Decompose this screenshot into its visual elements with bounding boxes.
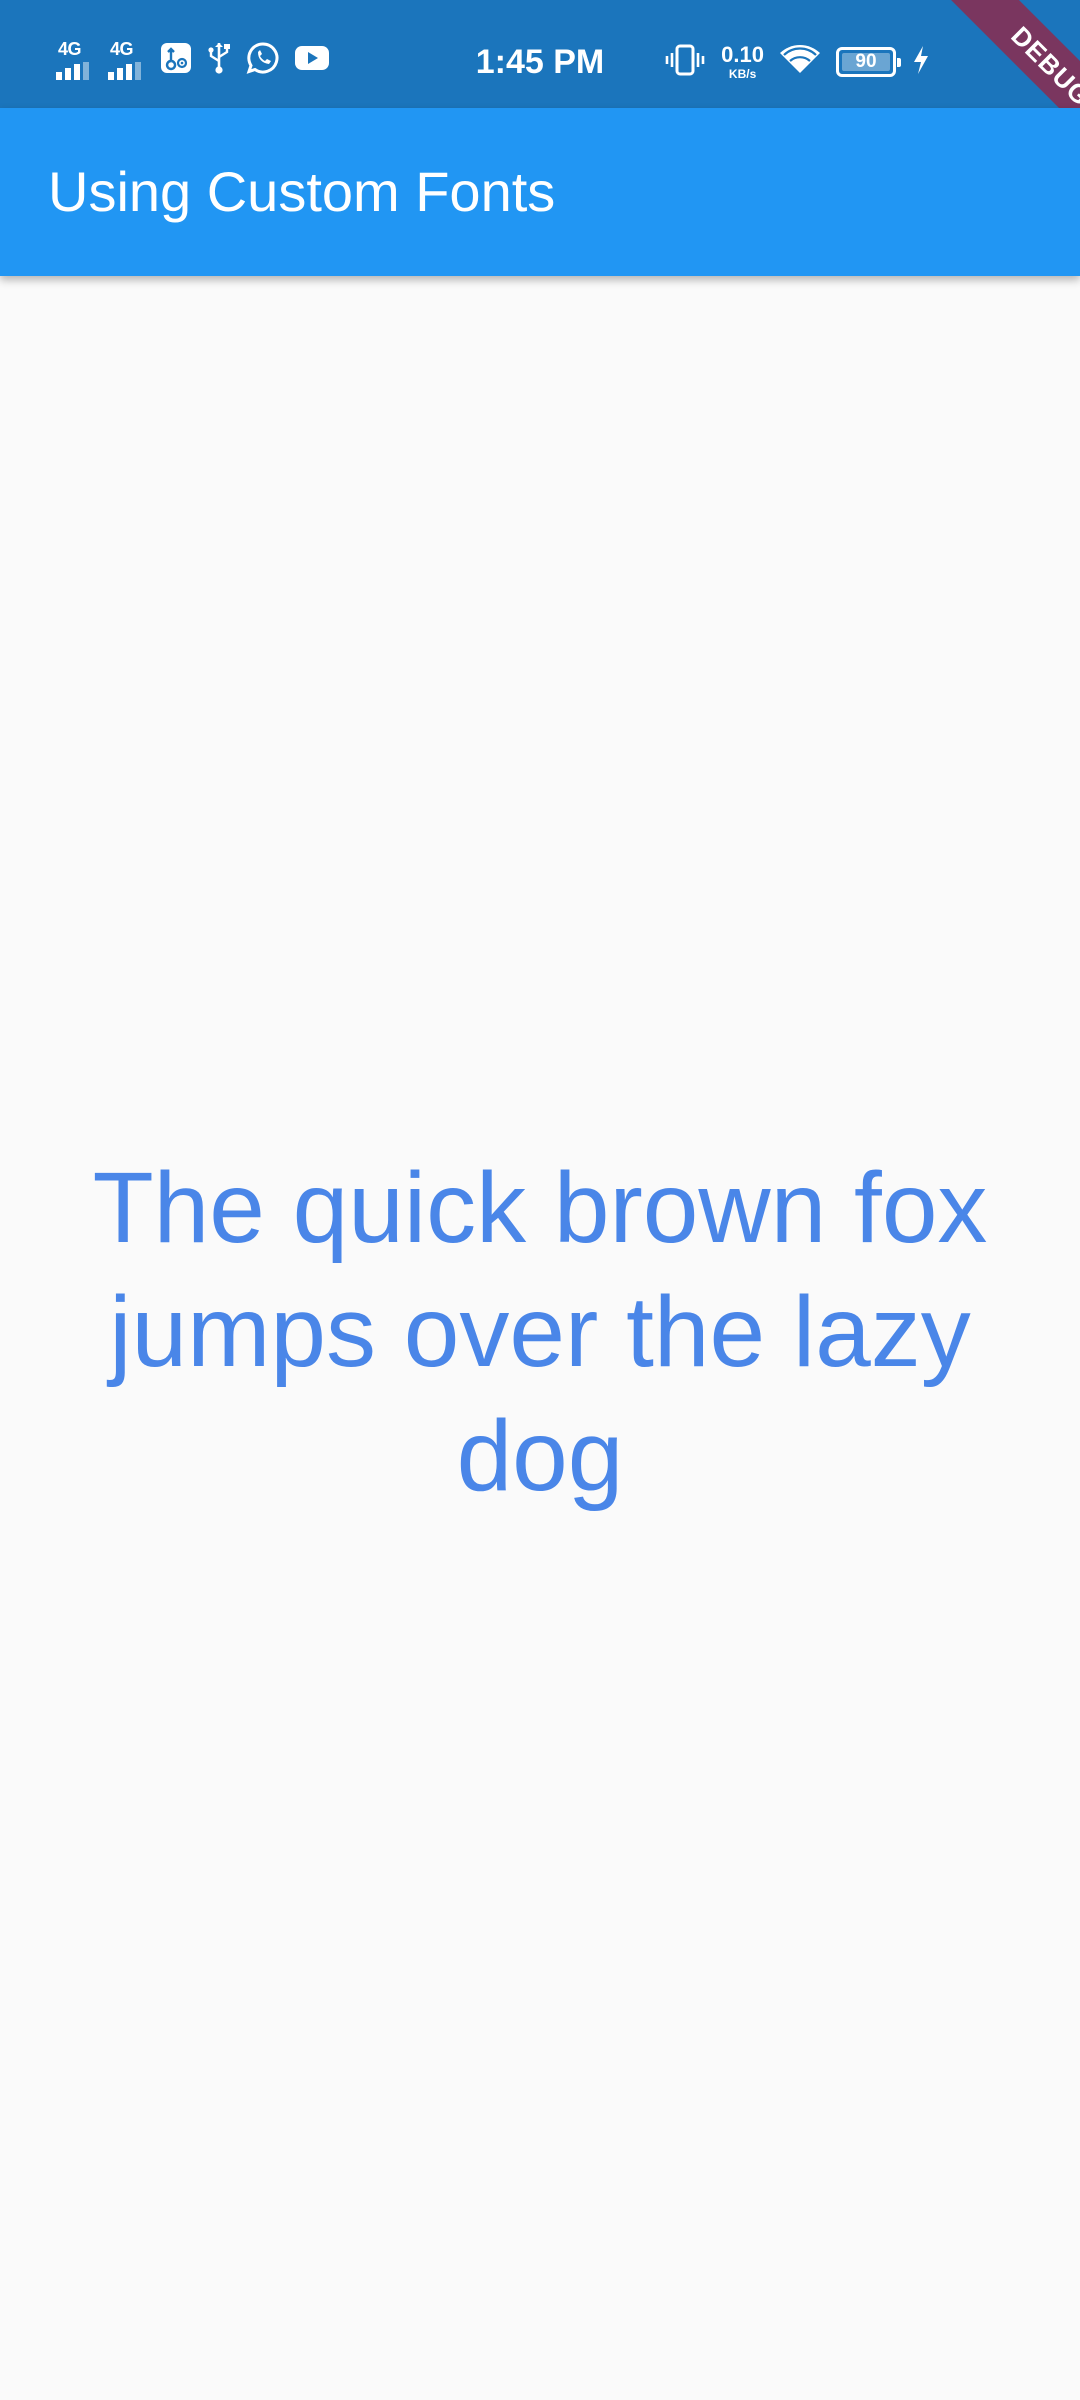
- vibrate-icon: [665, 44, 705, 81]
- battery-icon: 90: [836, 47, 901, 77]
- app-bar: Using Custom Fonts: [0, 108, 1080, 276]
- network-speed: 0.10 KB/s: [721, 42, 764, 81]
- network-speed-unit: KB/s: [728, 67, 757, 81]
- app-bar-title: Using Custom Fonts: [48, 160, 556, 223]
- status-bar: 4G 4G 1:45 PM 0.10 KB/s 90: [0, 0, 1080, 108]
- status-right-icons: 0.10 KB/s 90: [665, 38, 930, 86]
- network-speed-value: 0.10: [721, 42, 764, 67]
- charging-bolt-icon: [912, 45, 930, 80]
- main-content: The quick brown fox jumps over the lazy …: [0, 276, 1080, 2400]
- wifi-icon: [780, 44, 820, 80]
- custom-font-text: The quick brown fox jumps over the lazy …: [92, 1152, 988, 1512]
- battery-level: 90: [855, 51, 877, 72]
